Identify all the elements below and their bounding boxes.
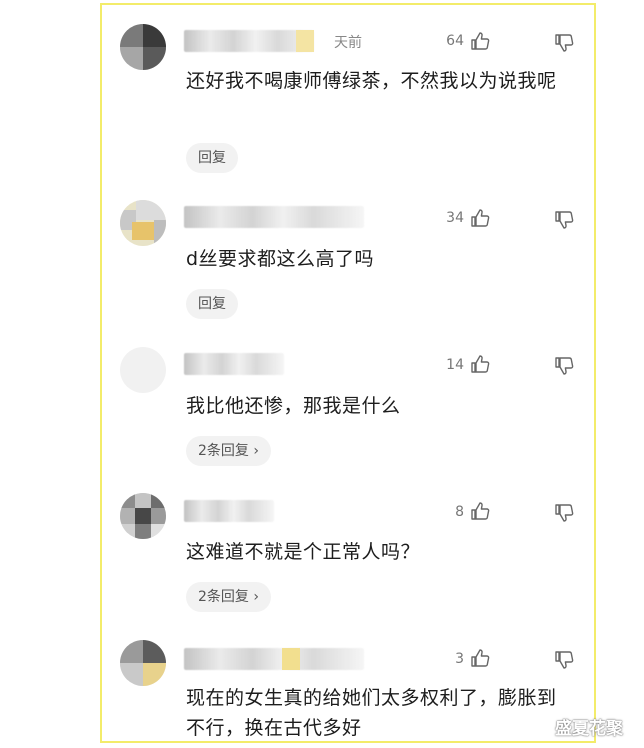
comment-text: 我比他还惨，那我是什么: [186, 395, 401, 417]
thumbs-down-icon[interactable]: [554, 356, 574, 376]
replies-button[interactable]: 2条回复 ›: [186, 582, 271, 612]
thumbs-up-icon[interactable]: [470, 208, 490, 228]
thumbs-up-icon[interactable]: [470, 648, 490, 668]
replies-button[interactable]: 2条回复 ›: [186, 436, 271, 466]
thumbs-up-icon[interactable]: [470, 501, 490, 521]
like-count: 34: [446, 210, 464, 226]
avatar[interactable]: [120, 347, 166, 393]
username-blurred[interactable]: [184, 206, 364, 228]
comment-text: 这难道不就是个正常人吗？: [186, 541, 421, 563]
thumbs-down-icon[interactable]: [554, 210, 574, 230]
like-count: 14: [446, 357, 464, 373]
thumbs-down-icon[interactable]: [554, 503, 574, 523]
avatar[interactable]: [120, 200, 166, 246]
thumbs-down-icon[interactable]: [554, 650, 574, 670]
watermark: 盛夏花聚: [555, 719, 623, 739]
username-blurred[interactable]: [184, 353, 284, 375]
comment-text: 现在的女生真的给她们太多权利了，膨胀到不行，换在古代多好: [186, 687, 557, 739]
reply-button[interactable]: 回复: [186, 289, 238, 319]
comment-item: 3 现在的女生真的给她们太多权利了，膨胀到不行，换在古代多好: [0, 0, 644, 739]
badge-blurred: [282, 648, 300, 670]
username-blurred[interactable]: [184, 648, 364, 670]
comment-text: d丝要求都这么高了吗: [186, 248, 375, 270]
username-blurred[interactable]: [184, 500, 274, 522]
like-count: 8: [455, 504, 464, 520]
like-count: 3: [455, 651, 464, 667]
thumbs-up-icon[interactable]: [470, 354, 490, 374]
avatar[interactable]: [120, 493, 166, 539]
avatar[interactable]: [120, 640, 166, 686]
